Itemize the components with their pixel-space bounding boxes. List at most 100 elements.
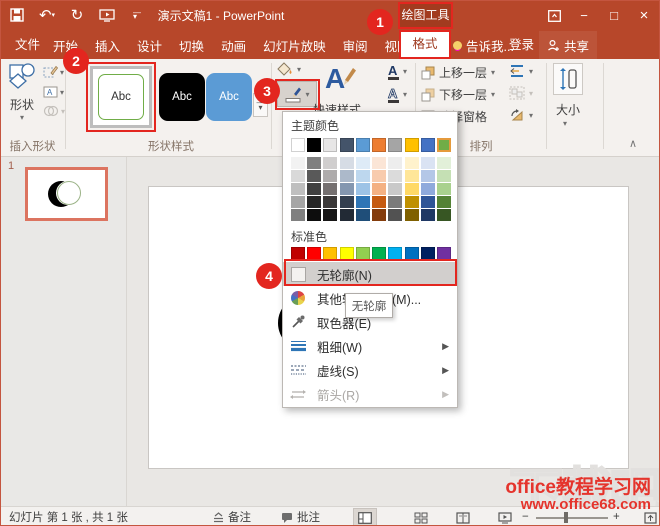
tint-swatch-1-4[interactable]: [307, 209, 321, 221]
tint-swatch-0-1[interactable]: [291, 170, 305, 182]
edit-shape-button[interactable]: ▾: [43, 65, 64, 79]
theme-color-swatch-5[interactable]: [372, 138, 386, 152]
group-objects-button[interactable]: ▾: [509, 86, 533, 100]
theme-color-swatch-8[interactable]: [421, 138, 435, 152]
size-button[interactable]: [553, 63, 583, 95]
save-icon[interactable]: [7, 4, 27, 26]
tint-swatch-3-3[interactable]: [340, 196, 354, 208]
standard-color-swatch-0[interactable]: [291, 247, 305, 261]
tint-swatch-0-2[interactable]: [291, 183, 305, 195]
shape-outline-button[interactable]: ▾: [277, 81, 317, 107]
bring-forward-button[interactable]: 上移一层▾: [421, 64, 495, 81]
tab-5[interactable]: 幻灯片放映: [263, 36, 326, 55]
close-button[interactable]: ×: [629, 1, 659, 31]
tint-swatch-2-2[interactable]: [323, 183, 337, 195]
tab-4[interactable]: 动画: [221, 36, 246, 55]
tint-swatch-7-1[interactable]: [405, 170, 419, 182]
ribbon-display-options-icon[interactable]: [539, 1, 569, 31]
tell-me-box[interactable]: 告诉我...: [453, 31, 514, 59]
tint-swatch-5-4[interactable]: [372, 209, 386, 221]
tint-swatch-5-3[interactable]: [372, 196, 386, 208]
tab-format-active[interactable]: 格式: [399, 30, 451, 59]
tint-swatch-3-1[interactable]: [340, 170, 354, 182]
tint-swatch-3-0[interactable]: [340, 157, 354, 169]
theme-color-swatch-7[interactable]: [405, 138, 419, 152]
theme-color-swatch-0[interactable]: [291, 138, 305, 152]
align-button[interactable]: ▾: [509, 64, 533, 78]
tint-swatch-4-2[interactable]: [356, 183, 370, 195]
tint-swatch-5-1[interactable]: [372, 170, 386, 182]
tint-swatch-9-4[interactable]: [437, 209, 451, 221]
tint-swatch-9-1[interactable]: [437, 170, 451, 182]
menu-item-no-outline[interactable]: 无轮廓(N): [283, 262, 457, 286]
tab-6[interactable]: 审阅: [343, 36, 368, 55]
rotate-button[interactable]: ▾: [509, 108, 533, 122]
tint-swatch-9-3[interactable]: [437, 196, 451, 208]
slide-sorter-view-button[interactable]: [409, 508, 433, 526]
shape-style-option-3[interactable]: Abc: [206, 73, 252, 121]
tint-swatch-8-4[interactable]: [421, 209, 435, 221]
tint-swatch-5-0[interactable]: [372, 157, 386, 169]
tint-swatch-2-4[interactable]: [323, 209, 337, 221]
standard-color-swatch-7[interactable]: [405, 247, 419, 261]
tint-swatch-8-0[interactable]: [421, 157, 435, 169]
tint-swatch-4-1[interactable]: [356, 170, 370, 182]
comments-button[interactable]: 批注: [281, 507, 320, 526]
theme-color-swatch-9[interactable]: [437, 138, 451, 152]
minimize-button[interactable]: −: [569, 1, 599, 31]
tint-swatch-5-2[interactable]: [372, 183, 386, 195]
standard-color-swatch-3[interactable]: [340, 247, 354, 261]
redo-icon[interactable]: ↻: [67, 4, 87, 26]
tab-file[interactable]: 文件: [15, 31, 40, 59]
standard-color-swatch-5[interactable]: [372, 247, 386, 261]
tint-swatch-0-3[interactable]: [291, 196, 305, 208]
quick-styles-button[interactable]: A: [323, 62, 357, 94]
menu-item-weight[interactable]: 粗细(W)▶: [283, 334, 457, 358]
slide-thumbnail[interactable]: [25, 167, 108, 221]
tint-swatch-6-1[interactable]: [388, 170, 402, 182]
standard-color-swatch-6[interactable]: [388, 247, 402, 261]
merge-shapes-button[interactable]: ▾: [43, 105, 65, 117]
theme-color-swatch-6[interactable]: [388, 138, 402, 152]
tint-swatch-6-4[interactable]: [388, 209, 402, 221]
tint-swatch-0-0[interactable]: [291, 157, 305, 169]
zoom-slider-track[interactable]: [536, 517, 608, 519]
shape-style-option-1[interactable]: Abc: [98, 74, 144, 120]
tint-swatch-7-0[interactable]: [405, 157, 419, 169]
tint-swatch-7-2[interactable]: [405, 183, 419, 195]
shape-fill-button[interactable]: ▾: [277, 62, 301, 77]
menu-item-dashes[interactable]: 虚线(S)▶: [283, 358, 457, 382]
tab-2[interactable]: 设计: [137, 36, 162, 55]
tint-swatch-4-0[interactable]: [356, 157, 370, 169]
tint-swatch-2-0[interactable]: [323, 157, 337, 169]
tint-swatch-4-4[interactable]: [356, 209, 370, 221]
normal-view-button[interactable]: [353, 508, 377, 526]
tint-swatch-4-3[interactable]: [356, 196, 370, 208]
theme-color-swatch-1[interactable]: [307, 138, 321, 152]
text-fill-button[interactable]: A ▾: [386, 63, 407, 80]
text-box-button[interactable]: A ▾: [43, 85, 64, 99]
undo-icon[interactable]: ↶▾: [37, 4, 57, 26]
tint-swatch-8-3[interactable]: [421, 196, 435, 208]
tint-swatch-3-2[interactable]: [340, 183, 354, 195]
share-button[interactable]: 共享: [539, 31, 597, 59]
tab-1[interactable]: 插入: [95, 36, 120, 55]
tint-swatch-2-1[interactable]: [323, 170, 337, 182]
shape-style-option-2[interactable]: Abc: [159, 73, 205, 121]
theme-color-swatch-4[interactable]: [356, 138, 370, 152]
slideshow-view-button[interactable]: [493, 508, 517, 526]
standard-color-swatch-1[interactable]: [307, 247, 321, 261]
tint-swatch-9-2[interactable]: [437, 183, 451, 195]
tint-swatch-2-3[interactable]: [323, 196, 337, 208]
tint-swatch-7-4[interactable]: [405, 209, 419, 221]
tint-swatch-6-2[interactable]: [388, 183, 402, 195]
start-slideshow-icon[interactable]: [97, 4, 117, 26]
standard-color-swatch-8[interactable]: [421, 247, 435, 261]
standard-color-swatch-9[interactable]: [437, 247, 451, 261]
tint-swatch-8-2[interactable]: [421, 183, 435, 195]
tint-swatch-6-0[interactable]: [388, 157, 402, 169]
tint-swatch-0-4[interactable]: [291, 209, 305, 221]
standard-color-swatch-4[interactable]: [356, 247, 370, 261]
tint-swatch-1-2[interactable]: [307, 183, 321, 195]
theme-color-swatch-2[interactable]: [323, 138, 337, 152]
